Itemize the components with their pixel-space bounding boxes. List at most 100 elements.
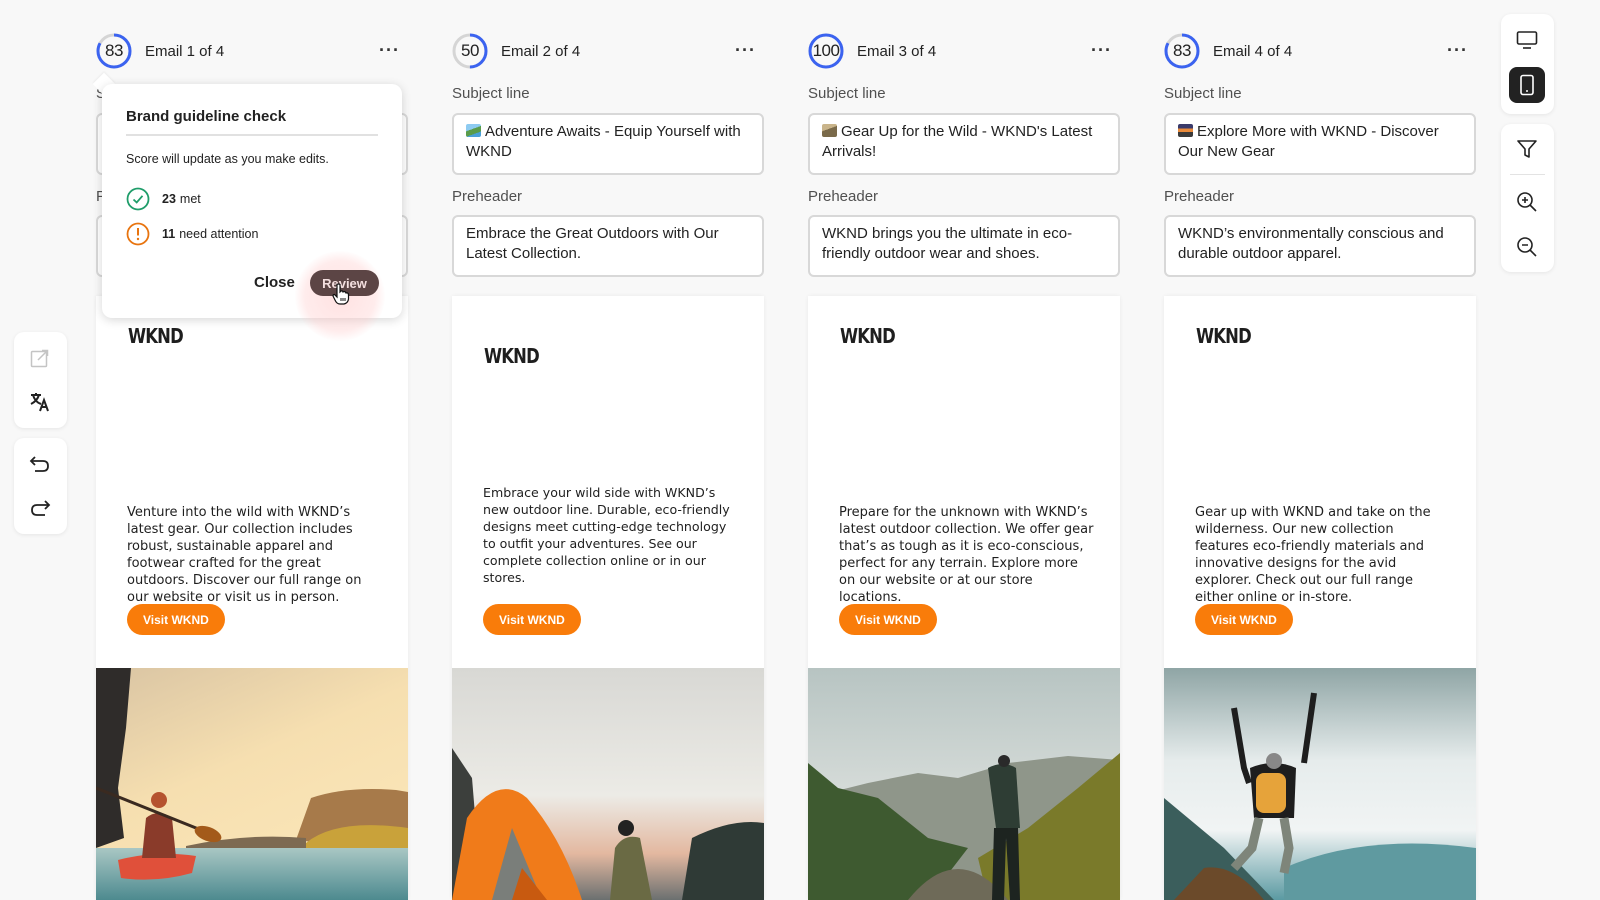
email-header: 83 Email 4 of 4 ··· (1164, 33, 1476, 69)
translate-button[interactable] (22, 384, 58, 420)
redo-icon (31, 500, 51, 516)
mobile-view-button[interactable] (1509, 67, 1545, 103)
email-preview[interactable]: WKND Journey Through the Wild Prepare fo… (808, 296, 1120, 900)
subject-text: Gear Up for the Wild - WKND's Latest Arr… (822, 123, 1093, 160)
email-body-text: Venture into the wild with WKND’s latest… (127, 505, 362, 605)
visit-wknd-button[interactable]: Visit WKND (1195, 604, 1293, 635)
more-options-button[interactable]: ··· (735, 41, 756, 59)
brand-score-ring[interactable]: 100 (808, 33, 844, 69)
wknd-logo: WKND (1196, 324, 1252, 348)
mobile-view-icon (1520, 74, 1534, 96)
close-button[interactable]: Close (254, 274, 295, 291)
hero-photo (1164, 668, 1476, 900)
email-header: 100 Email 3 of 4 ··· (808, 33, 1120, 69)
visit-wknd-button[interactable]: Visit WKND (127, 604, 225, 635)
zoom-out-icon (1517, 237, 1537, 257)
toolbar-divider (1510, 174, 1545, 175)
right-toolbar-view (1501, 14, 1554, 114)
email-title: Email 2 of 4 (501, 42, 581, 60)
email-hero-image (808, 668, 1120, 900)
subject-field[interactable]: Gear Up for the Wild - WKND's Latest Arr… (808, 113, 1120, 175)
subject-label: Subject line (452, 85, 530, 102)
email-preview[interactable]: WKND Navigate the Great Outdoors Gear up… (1164, 296, 1476, 900)
subject-emoji-icon (822, 124, 837, 137)
met-count: 23 (162, 192, 176, 206)
preheader-label: Preheader (1164, 188, 1235, 205)
attention-row: 11 need attention (126, 222, 258, 246)
redo-button[interactable] (22, 490, 58, 526)
hero-photo (96, 668, 408, 900)
email-body-text: Prepare for the unknown with WKND’s late… (839, 505, 1094, 605)
check-circle-icon (126, 187, 150, 211)
alert-circle-icon (126, 222, 150, 246)
preheader-field[interactable]: WKND brings you the ultimate in eco-frie… (808, 215, 1120, 277)
preheader-field[interactable]: Embrace the Great Outdoors with Our Late… (452, 215, 764, 277)
more-options-button[interactable]: ··· (1091, 41, 1112, 59)
met-row: 23 met (126, 187, 201, 211)
wknd-logo: WKND (484, 344, 540, 368)
brand-score-ring[interactable]: 83 (96, 33, 132, 69)
filter-button[interactable] (1509, 131, 1545, 167)
translate-icon (30, 393, 49, 412)
preheader-text: Embrace the Great Outdoors with Our Late… (466, 225, 719, 262)
subject-text: Adventure Awaits - Equip Yourself with W… (466, 123, 741, 160)
subject-label: Subject line (808, 85, 886, 102)
preheader-text: WKND’s environmentally conscious and dur… (1178, 225, 1444, 262)
brand-score-value: 100 (812, 41, 840, 60)
wknd-logo: WKND (128, 324, 184, 348)
hand-cursor-icon (332, 283, 350, 305)
subject-text: Explore More with WKND - Discover Our Ne… (1178, 123, 1439, 160)
brand-score-value: 50 (461, 41, 479, 60)
email-preview[interactable]: WKND Unveil the Wilderness Embrace your … (452, 296, 764, 900)
brand-score-value: 83 (1173, 41, 1191, 60)
preheader-text: WKND brings you the ultimate in eco-frie… (822, 225, 1073, 262)
attention-label: need attention (179, 227, 259, 241)
visit-wknd-button[interactable]: Visit WKND (839, 604, 937, 635)
edit-in-editor-button[interactable] (22, 340, 58, 376)
popover-description: Score will update as you make edits. (126, 152, 329, 166)
brand-score-ring[interactable]: 50 (452, 33, 488, 69)
hero-photo (808, 668, 1120, 900)
popover-divider (126, 134, 378, 136)
preheader-field[interactable]: WKND’s environmentally conscious and dur… (1164, 215, 1476, 277)
filter-icon (1517, 140, 1537, 158)
wknd-logo: WKND (840, 324, 896, 348)
email-body-text: Gear up with WKND and take on the wilder… (1195, 505, 1431, 605)
hero-photo (452, 668, 764, 900)
desktop-view-button[interactable] (1509, 22, 1545, 58)
email-title: Email 4 of 4 (1213, 42, 1293, 60)
zoom-in-icon (1517, 192, 1537, 212)
email-preview[interactable]: WKND Explore Nature's Bounty Venture int… (96, 296, 408, 900)
more-options-button[interactable]: ··· (379, 41, 400, 59)
email-header: 50 Email 2 of 4 ··· (452, 33, 764, 69)
popover-title: Brand guideline check (126, 108, 287, 125)
attention-count: 11 (162, 227, 176, 241)
email-title: Email 3 of 4 (857, 42, 937, 60)
right-toolbar-tools (1501, 124, 1554, 272)
subject-field[interactable]: Explore More with WKND - Discover Our Ne… (1164, 113, 1476, 175)
desktop-view-icon (1516, 31, 1538, 49)
subject-emoji-icon (1178, 124, 1193, 137)
brand-score-value: 83 (105, 41, 123, 60)
left-toolbar-top (14, 332, 67, 428)
undo-button[interactable] (22, 446, 58, 482)
left-toolbar-bottom (14, 438, 67, 534)
more-options-button[interactable]: ··· (1447, 41, 1468, 59)
email-body-text: Embrace your wild side with WKND’s new o… (483, 485, 730, 585)
email-hero-image (1164, 668, 1476, 900)
zoom-out-button[interactable] (1509, 229, 1545, 265)
undo-icon (29, 456, 49, 472)
email-title: Email 1 of 4 (145, 42, 225, 60)
subject-emoji-icon (466, 124, 481, 137)
brand-score-ring[interactable]: 83 (1164, 33, 1200, 69)
email-hero-image (96, 668, 408, 900)
subject-label: Subject line (1164, 85, 1242, 102)
subject-field[interactable]: Adventure Awaits - Equip Yourself with W… (452, 113, 764, 175)
zoom-in-button[interactable] (1509, 184, 1545, 220)
email-header: 83 Email 1 of 4 ··· (96, 33, 408, 69)
email-hero-image (452, 668, 764, 900)
brand-guideline-popover: Brand guideline check Score will update … (102, 84, 402, 341)
visit-wknd-button[interactable]: Visit WKND (483, 604, 581, 635)
edit-in-editor-icon (30, 349, 49, 368)
preheader-label: Preheader (808, 188, 879, 205)
